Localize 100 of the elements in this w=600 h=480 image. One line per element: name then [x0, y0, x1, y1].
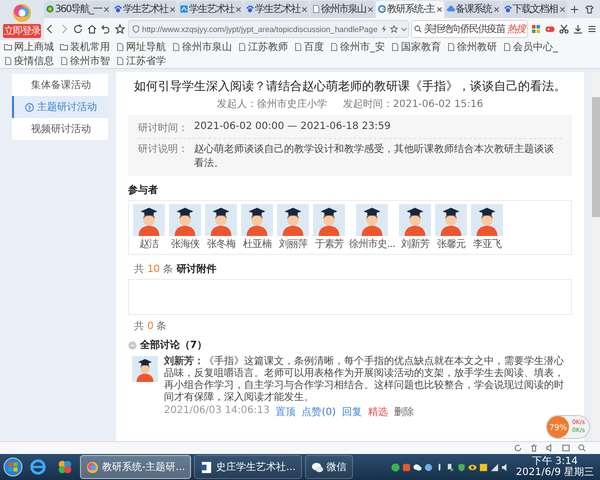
star-icon[interactable]	[114, 24, 126, 34]
speaker-icon[interactable]	[546, 444, 554, 452]
document-icon	[312, 5, 320, 13]
close-icon[interactable]	[104, 6, 110, 12]
chat-bubbles-icon[interactable]	[412, 462, 422, 472]
avatar-silhouette[interactable]	[471, 204, 504, 236]
close-icon[interactable]	[560, 6, 565, 12]
usb-icon[interactable]	[446, 462, 455, 472]
avatar-silhouette[interactable]	[169, 204, 201, 236]
bookmark[interactable]: 徐州市泉山	[172, 40, 232, 54]
avatar-silhouette[interactable]	[277, 204, 309, 236]
comment-action-link[interactable]: 回复	[342, 405, 362, 419]
login-badge[interactable]: 立即登录	[3, 24, 41, 38]
close-icon[interactable]	[302, 6, 308, 12]
refresh-icon[interactable]	[514, 444, 522, 452]
bookmark[interactable]: 国家教育	[391, 40, 441, 54]
chevron-down-icon[interactable]	[400, 25, 408, 33]
browser-tab[interactable]: 学生艺术社	[178, 0, 244, 18]
total-count: 共 0 条	[134, 320, 167, 333]
avatar-silhouette[interactable]	[356, 204, 388, 236]
page-icon	[180, 5, 188, 13]
comment-action-link[interactable]: 置顶	[276, 405, 296, 419]
bookmark[interactable]: 徐州市智	[60, 54, 110, 68]
lightning-icon[interactable]	[380, 25, 388, 33]
participant-name: 张冬梅	[206, 238, 236, 251]
comment-action-link[interactable]: 点赞(0)	[302, 405, 336, 419]
browser-tab[interactable]: 360导航_一	[44, 0, 112, 18]
avatar-silhouette	[132, 356, 158, 382]
browser-tab[interactable]: 备课系统	[444, 0, 501, 18]
close-icon[interactable]	[170, 6, 176, 12]
browser-tab[interactable]: 学生艺术社	[244, 0, 310, 18]
scrollbar[interactable]	[592, 72, 600, 441]
bookmark[interactable]: 江苏教师	[238, 40, 288, 54]
bookmark[interactable]: 百度	[294, 40, 324, 54]
close-icon[interactable]	[436, 6, 442, 12]
sidebar-item[interactable]: 视频研讨活动	[12, 118, 108, 140]
bookmark[interactable]: 徐州市_安	[330, 40, 385, 54]
browser-logo-icon[interactable]	[12, 2, 32, 22]
search-field[interactable]: 美拒绝向侨民供疫苗 热搜	[411, 20, 528, 38]
taskbar-button[interactable]: 教研系统-主题研...	[80, 455, 192, 479]
browser-tab[interactable]: 徐州市泉山	[310, 0, 376, 18]
avatar-silhouette[interactable]	[399, 204, 432, 236]
undo-icon[interactable]	[100, 24, 112, 34]
close-icon[interactable]	[494, 6, 499, 12]
bookmark[interactable]: 会员中心_	[503, 40, 558, 54]
menu-icon[interactable]	[586, 24, 598, 34]
avatar-silhouette[interactable]	[435, 204, 468, 236]
trending-label[interactable]: 热搜	[507, 22, 525, 36]
participant-name: 张馨元	[436, 238, 466, 251]
window-icon[interactable]	[562, 444, 570, 452]
paw-icon	[246, 5, 254, 13]
participant-name: 张海侠	[170, 238, 200, 251]
start-button[interactable]	[3, 457, 23, 477]
signal-icon[interactable]	[490, 462, 499, 472]
section-heading: 研讨附件	[176, 262, 216, 276]
taskbar-clock[interactable]: 下午 3:14 2021/6/9 星期三	[512, 456, 597, 478]
paw-icon	[504, 5, 512, 13]
shirt-icon[interactable]	[584, 4, 594, 14]
scissors-icon[interactable]	[558, 24, 570, 34]
participant-name: 刘新芳	[400, 238, 430, 251]
page-icon	[330, 43, 338, 51]
avatar-silhouette[interactable]	[133, 204, 165, 236]
avatar-silhouette[interactable]	[241, 204, 273, 236]
sidebar-item[interactable]: 集体备课活动	[12, 74, 108, 96]
apps-grid-icon[interactable]	[530, 24, 542, 34]
avatar-silhouette[interactable]	[313, 204, 345, 236]
shield-icon[interactable]	[456, 462, 466, 472]
bookmark[interactable]: 徐州教研	[447, 40, 497, 54]
eye-icon[interactable]	[468, 462, 477, 472]
taskbar-button[interactable]: 史庄学生艺术社...	[194, 455, 302, 479]
bookmark[interactable]: 江苏省学	[116, 54, 166, 68]
comment-action-link[interactable]: 删除	[394, 405, 414, 419]
reload-icon[interactable]	[72, 24, 84, 34]
start-time-text: 发起时间：2021-06-02 15:16	[342, 98, 484, 111]
home-icon[interactable]	[86, 24, 98, 34]
browser-tab[interactable]: 教研系统-主	[376, 0, 444, 18]
bookmark[interactable]: 网上商城	[4, 40, 54, 54]
close-icon[interactable]	[368, 6, 374, 12]
participant-name: 刘丽萍	[278, 238, 308, 251]
taskbar-button[interactable]: 微信	[304, 455, 353, 479]
gamepad-icon[interactable]	[544, 24, 556, 34]
address-bar[interactable]: http://www.xzqsjyy.com/jypt/jypt_area/topicdiscussion_handlePage	[128, 20, 409, 38]
page-icon	[238, 43, 246, 51]
discussion-heading: 全部讨论（7）	[140, 338, 207, 352]
star-icon[interactable]	[390, 25, 398, 33]
new-tab-icon[interactable]	[570, 4, 579, 14]
browser-tab[interactable]: 下载文档相	[502, 0, 567, 18]
bookmark[interactable]: 网址导航	[116, 40, 166, 54]
close-icon[interactable]	[236, 6, 242, 12]
browser-tab[interactable]: 学生艺术社	[112, 0, 178, 18]
avatar-silhouette[interactable]	[205, 204, 237, 236]
bookmark[interactable]: 装机常用	[60, 40, 110, 54]
zoom-icon[interactable]	[578, 444, 586, 452]
bookmark[interactable]: 疫情信息	[4, 54, 54, 68]
comment-action-link[interactable]: 精选	[368, 405, 388, 419]
initiator-text: 发起人：徐州市史庄小学	[216, 98, 327, 111]
download-icon[interactable]	[572, 24, 584, 34]
trash-icon[interactable]	[530, 444, 538, 452]
page-icon	[172, 43, 180, 51]
app-icon[interactable]	[478, 462, 488, 472]
